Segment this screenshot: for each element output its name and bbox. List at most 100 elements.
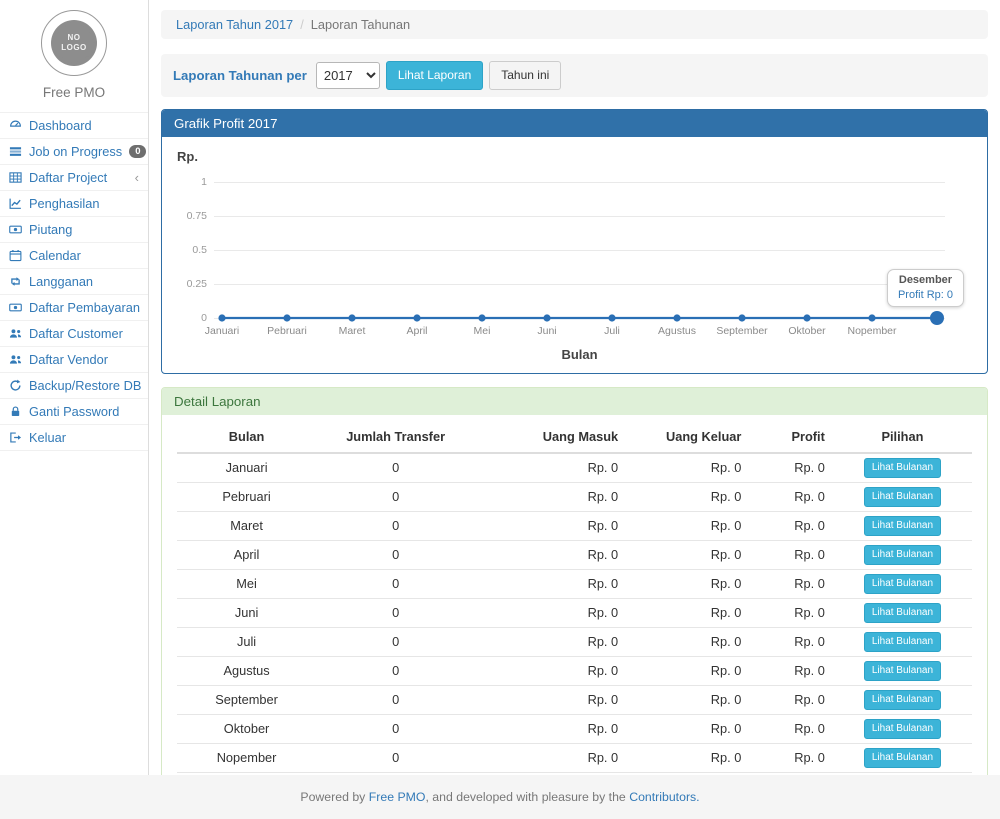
chart-y-axis-title: Rp. [177, 149, 198, 164]
lihat-bulanan-button-januari[interactable]: Lihat Bulanan [864, 458, 941, 478]
cell-pilihan: Lihat Bulanan [833, 743, 972, 772]
cell-profit: Rp. 0 [749, 453, 832, 483]
breadcrumb-link[interactable]: Laporan Tahun 2017 [176, 17, 293, 32]
data-point-april[interactable] [413, 314, 420, 321]
lihat-bulanan-button-maret[interactable]: Lihat Bulanan [864, 516, 941, 536]
data-point-januari[interactable] [218, 314, 225, 321]
footer-text-middle: , and developed with pleasure by the [425, 790, 629, 804]
cell-jumlah_transfer: 0 [316, 482, 475, 511]
chart-y-tick-label: 0.75 [167, 210, 207, 222]
main-layout: NO LOGO Free PMO DashboardJob on Progres… [0, 0, 1000, 775]
sidebar-item-backup-restore-db[interactable]: Backup/Restore DB [0, 372, 148, 398]
cell-profit: Rp. 0 [749, 656, 832, 685]
lihat-bulanan-button-juni[interactable]: Lihat Bulanan [864, 603, 941, 623]
chart-y-tick-label: 0 [167, 312, 207, 324]
chart-y-tick-label: 0.25 [167, 278, 207, 290]
cell-jumlah_transfer: 0 [316, 656, 475, 685]
table-row-pebruari: Pebruari0Rp. 0Rp. 0Rp. 0Lihat Bulanan [177, 482, 972, 511]
data-point-agustus[interactable] [673, 314, 680, 321]
chart-y-tick-label: 1 [167, 176, 207, 188]
cell-pilihan: Lihat Bulanan [833, 569, 972, 598]
cell-profit: Rp. 0 [749, 743, 832, 772]
sidebar-item-daftar-vendor[interactable]: Daftar Vendor [0, 346, 148, 372]
cell-pilihan: Lihat Bulanan [833, 482, 972, 511]
tooltip-value: Profit Rp: 0 [898, 289, 953, 301]
cell-jumlah_transfer: 0 [316, 772, 475, 775]
table-row-maret: Maret0Rp. 0Rp. 0Rp. 0Lihat Bulanan [177, 511, 972, 540]
data-point-mei[interactable] [478, 314, 485, 321]
cell-jumlah_transfer: 0 [316, 598, 475, 627]
cell-jumlah_transfer: 0 [316, 627, 475, 656]
table-row-nopember: Nopember0Rp. 0Rp. 0Rp. 0Lihat Bulanan [177, 743, 972, 772]
lihat-bulanan-button-pebruari[interactable]: Lihat Bulanan [864, 487, 941, 507]
lihat-bulanan-button-april[interactable]: Lihat Bulanan [864, 545, 941, 565]
lihat-bulanan-button-agustus[interactable]: Lihat Bulanan [864, 661, 941, 681]
sidebar-item-langganan[interactable]: Langganan [0, 268, 148, 294]
sidebar-item-keluar[interactable]: Keluar [0, 424, 148, 451]
profit-chart: Rp. 00.250.50.751JanuariPebruariMaretApr… [162, 137, 987, 373]
table-row-juli: Juli0Rp. 0Rp. 0Rp. 0Lihat Bulanan [177, 627, 972, 656]
cell-uang_keluar: Rp. 0 [626, 569, 749, 598]
calendar-icon [9, 249, 22, 262]
column-header-profit: Profit [749, 421, 832, 453]
data-point-nopember[interactable] [868, 314, 875, 321]
data-point-pebruari[interactable] [283, 314, 290, 321]
logo-text-line2: LOGO [61, 43, 87, 53]
lihat-bulanan-button-mei[interactable]: Lihat Bulanan [864, 574, 941, 594]
chevron-left-icon: ‹ [135, 171, 139, 184]
data-point-oktober[interactable] [803, 314, 810, 321]
lihat-bulanan-button-juli[interactable]: Lihat Bulanan [864, 632, 941, 652]
sidebar-item-calendar[interactable]: Calendar [0, 242, 148, 268]
lihat-bulanan-button-nopember[interactable]: Lihat Bulanan [864, 748, 941, 768]
cell-bulan: Juni [177, 598, 316, 627]
retweet-icon [9, 275, 22, 288]
report-table: BulanJumlah TransferUang MasukUang Kelua… [177, 421, 972, 775]
breadcrumb: Laporan Tahun 2017/Laporan Tahunan [161, 10, 988, 39]
sidebar-item-job-on-progress[interactable]: Job on Progress0 [0, 138, 148, 164]
lihat-bulanan-button-september[interactable]: Lihat Bulanan [864, 690, 941, 710]
cell-uang_keluar: Rp. 0 [626, 540, 749, 569]
chart-x-axis-title: Bulan [214, 347, 945, 362]
data-point-juli[interactable] [608, 314, 615, 321]
lihat-bulanan-button-oktober[interactable]: Lihat Bulanan [864, 719, 941, 739]
cell-profit: Rp. 0 [749, 685, 832, 714]
cell-bulan: Maret [177, 511, 316, 540]
detail-panel-title: Detail Laporan [162, 388, 987, 415]
cell-bulan: Agustus [177, 656, 316, 685]
cell-jumlah_transfer: 0 [316, 569, 475, 598]
table-row-september: September0Rp. 0Rp. 0Rp. 0Lihat Bulanan [177, 685, 972, 714]
cell-uang_keluar: Rp. 0 [626, 685, 749, 714]
table-row-april: April0Rp. 0Rp. 0Rp. 0Lihat Bulanan [177, 540, 972, 569]
table-row-desember: Desember0Rp. 0Rp. 0Rp. 0Lihat Bulanan [177, 772, 972, 775]
data-point-juni[interactable] [543, 314, 550, 321]
sidebar-item-dashboard[interactable]: Dashboard [0, 112, 148, 138]
table-icon [9, 171, 22, 184]
cell-bulan: Desember [177, 772, 316, 775]
cell-bulan: Pebruari [177, 482, 316, 511]
data-point-desember[interactable] [930, 311, 944, 325]
tahun-ini-button[interactable]: Tahun ini [489, 61, 561, 90]
lihat-laporan-button[interactable]: Lihat Laporan [386, 61, 483, 90]
sidebar-item-penghasilan[interactable]: Penghasilan [0, 190, 148, 216]
cell-uang_masuk: Rp. 0 [475, 772, 626, 775]
sidebar-item-daftar-customer[interactable]: Daftar Customer [0, 320, 148, 346]
footer-link-freepmo[interactable]: Free PMO [369, 790, 426, 804]
cell-uang_masuk: Rp. 0 [475, 540, 626, 569]
data-point-maret[interactable] [348, 314, 355, 321]
users-icon [9, 353, 22, 366]
sidebar-item-daftar-pembayaran[interactable]: Daftar Pembayaran [0, 294, 148, 320]
sidebar-item-daftar-project[interactable]: Daftar Project‹ [0, 164, 148, 190]
cell-uang_keluar: Rp. 0 [626, 656, 749, 685]
footer-link-contributors[interactable]: Contributors. [629, 790, 699, 804]
sidebar-item-piutang[interactable]: Piutang [0, 216, 148, 242]
cell-uang_keluar: Rp. 0 [626, 482, 749, 511]
cell-uang_masuk: Rp. 0 [475, 743, 626, 772]
cell-pilihan: Lihat Bulanan [833, 714, 972, 743]
chart-x-tick-label: Nopember [834, 325, 910, 337]
sidebar-item-ganti-password[interactable]: Ganti Password [0, 398, 148, 424]
year-select[interactable]: 2017 [316, 62, 380, 89]
detail-laporan-panel: Detail Laporan BulanJumlah TransferUang … [161, 387, 988, 775]
cell-bulan: September [177, 685, 316, 714]
footer: Powered by Free PMO, and developed with … [0, 775, 1000, 819]
data-point-september[interactable] [738, 314, 745, 321]
